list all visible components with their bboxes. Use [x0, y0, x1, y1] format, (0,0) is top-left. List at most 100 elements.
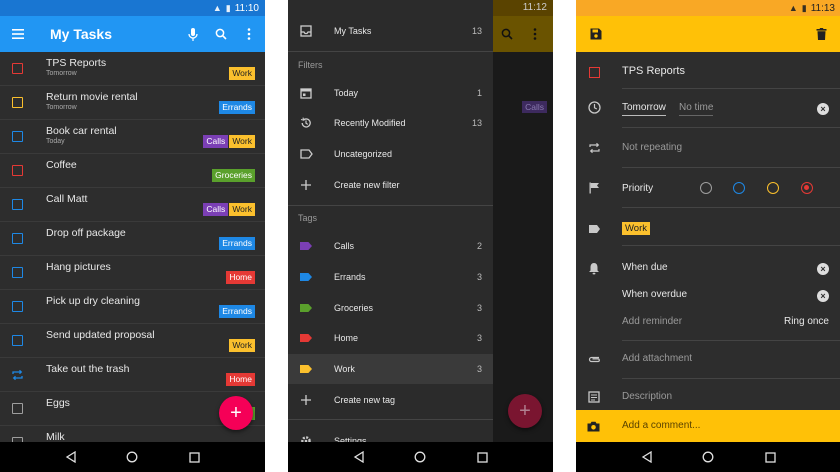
task-checkbox[interactable]	[12, 97, 23, 108]
task-checkbox[interactable]	[12, 233, 23, 244]
back-icon[interactable]	[352, 450, 366, 464]
task-row[interactable]: Book car rental Today Calls Work	[0, 120, 265, 154]
attachment-row[interactable]: Add attachment	[576, 348, 840, 372]
remove-reminder-icon[interactable]: ×	[817, 263, 829, 275]
nav-bar	[288, 442, 553, 472]
task-row[interactable]: Call Matt Calls Work	[0, 188, 265, 222]
tag-chip[interactable]: Work	[622, 222, 650, 235]
task-name: Milk	[46, 431, 65, 442]
checkbox[interactable]	[587, 65, 601, 79]
home-icon[interactable]	[125, 450, 139, 464]
home-icon[interactable]	[701, 450, 715, 464]
drawer-item-label: Create new filter	[334, 180, 400, 190]
comment-input[interactable]: Add a comment...	[622, 420, 700, 431]
task-row[interactable]: Hang pictures Home	[0, 256, 265, 290]
clear-date-icon[interactable]: ×	[817, 103, 829, 115]
drawer-item-create-filter[interactable]: Create new filter	[288, 170, 493, 200]
drawer-item-tag-errands[interactable]: Errands 3	[288, 262, 493, 292]
description-row[interactable]: Description	[576, 386, 840, 408]
back-icon[interactable]	[640, 450, 654, 464]
drawer-item-label: Today	[334, 88, 359, 98]
task-name: Take out the trash	[46, 363, 130, 375]
clock-icon	[587, 100, 601, 114]
drawer-item-label: Create new tag	[334, 395, 396, 405]
drawer-item-tag-calls[interactable]: Calls 2	[288, 231, 493, 261]
drawer-item-my-tasks[interactable]: My Tasks 13	[288, 16, 493, 46]
task-row[interactable]: Coffee Groceries	[0, 154, 265, 188]
signal-icon: ▲	[788, 3, 798, 13]
delete-icon[interactable]	[807, 20, 835, 48]
task-row[interactable]: Return movie rental Tomorrow Errands	[0, 86, 265, 120]
repeat-row[interactable]: Not repeating	[576, 136, 840, 162]
recents-icon[interactable]	[763, 450, 777, 464]
task-tags: Work	[228, 339, 255, 352]
drawer-item-uncategorized[interactable]: Uncategorized	[288, 139, 493, 169]
reminder-when-due: When due	[622, 262, 668, 273]
page-title: My Tasks	[50, 26, 112, 42]
task-title-field[interactable]: TPS Reports	[622, 65, 685, 77]
tag-icon	[299, 331, 313, 345]
due-time-field[interactable]: No time	[679, 102, 714, 116]
menu-icon[interactable]	[4, 20, 32, 48]
add-reminder-button[interactable]: Add reminder	[622, 316, 682, 327]
back-icon[interactable]	[64, 450, 78, 464]
tag-chip: Home	[226, 373, 255, 386]
history-icon	[299, 116, 313, 130]
task-row[interactable]: Send updated proposal Work	[0, 324, 265, 358]
task-row[interactable]: Milk	[0, 426, 265, 442]
task-checkbox[interactable]	[12, 267, 23, 278]
add-task-button[interactable]: +	[219, 396, 253, 430]
task-due-date: Tomorrow	[46, 70, 77, 77]
camera-icon[interactable]	[587, 419, 600, 437]
save-icon[interactable]	[582, 20, 610, 48]
task-checkbox[interactable]	[12, 63, 23, 74]
task-row[interactable]: Drop off package Errands	[0, 222, 265, 256]
task-checkbox[interactable]	[12, 301, 23, 312]
search-icon	[493, 20, 521, 48]
task-checkbox[interactable]	[12, 335, 23, 346]
microphone-icon[interactable]	[179, 20, 207, 48]
task-tags: Errands	[218, 305, 255, 318]
repeat-icon	[587, 141, 601, 155]
task-checkbox[interactable]	[12, 165, 23, 176]
task-tags: Home	[225, 271, 255, 284]
tag-icon	[299, 239, 313, 253]
tag-icon	[299, 362, 313, 376]
tags-row[interactable]: Work	[576, 218, 840, 242]
due-date-field[interactable]: Tomorrow	[622, 102, 666, 116]
priority-high-radio[interactable]	[801, 182, 813, 194]
drawer-item-recently-modified[interactable]: Recently Modified 13	[288, 108, 493, 138]
repeat-checkbox[interactable]	[11, 368, 24, 381]
priority-none-radio[interactable]	[700, 182, 712, 194]
status-bar: ▲ ▮ 11:10	[0, 0, 265, 16]
task-name: Call Matt	[46, 193, 88, 205]
add-attachment-button: Add attachment	[622, 353, 693, 364]
more-options-icon	[521, 20, 549, 48]
task-row[interactable]: TPS Reports Tomorrow Work	[0, 52, 265, 86]
remove-reminder-icon[interactable]: ×	[817, 290, 829, 302]
reminder-when-overdue: When overdue	[622, 289, 688, 300]
task-row[interactable]: Pick up dry cleaning Errands	[0, 290, 265, 324]
divider	[622, 167, 840, 168]
priority-low-radio[interactable]	[733, 182, 745, 194]
priority-medium-radio[interactable]	[767, 182, 779, 194]
drawer-item-tag-groceries[interactable]: Groceries 3	[288, 293, 493, 323]
task-checkbox[interactable]	[12, 131, 23, 142]
recents-icon[interactable]	[475, 450, 489, 464]
home-icon[interactable]	[413, 450, 427, 464]
task-row[interactable]: Take out the trash Home	[0, 358, 265, 392]
task-name: Drop off package	[46, 227, 126, 239]
drawer-item-tag-work[interactable]: Work 3	[288, 354, 493, 384]
search-icon[interactable]	[207, 20, 235, 48]
task-name: Return movie rental	[46, 91, 138, 103]
more-options-icon[interactable]	[235, 20, 263, 48]
ring-mode-select[interactable]: Ring once	[784, 316, 829, 327]
drawer-item-create-tag[interactable]: Create new tag	[288, 385, 493, 415]
task-checkbox[interactable]	[12, 199, 23, 210]
divider	[288, 205, 493, 206]
recents-icon[interactable]	[187, 450, 201, 464]
drawer-item-today[interactable]: Today 1	[288, 78, 493, 108]
calendar-icon	[299, 86, 313, 100]
drawer-item-tag-home[interactable]: Home 3	[288, 323, 493, 353]
task-checkbox[interactable]	[12, 403, 23, 414]
